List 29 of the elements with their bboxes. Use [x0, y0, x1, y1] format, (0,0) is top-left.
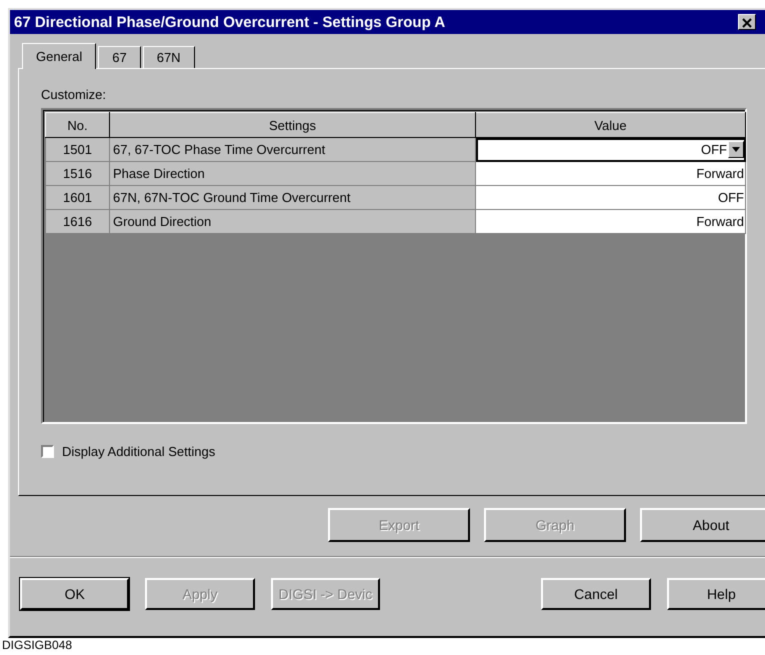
setting-cell: 67N, 67N-TOC Ground Time Overcurrent [110, 186, 476, 210]
number-cell: 1501 [46, 138, 110, 162]
setting-cell: 67, 67-TOC Phase Time Overcurrent [110, 138, 476, 162]
number-cell: 1616 [46, 210, 110, 234]
window-title: 67 Directional Phase/Ground Overcurrent - Settings Group A [14, 14, 446, 30]
column-header[interactable]: Value [476, 112, 746, 138]
close-button[interactable] [738, 14, 756, 30]
dialog-button[interactable]: Help [666, 578, 765, 610]
tab[interactable]: 67 [98, 46, 141, 68]
dialog-button[interactable]: OK [20, 578, 130, 610]
checkbox[interactable] [41, 445, 54, 458]
panel-button[interactable]: About [640, 508, 765, 542]
number-cell: 1516 [46, 162, 110, 186]
value-cell[interactable]: OFF [476, 186, 746, 210]
close-icon [742, 18, 752, 28]
value-cell[interactable]: Forward [476, 162, 746, 186]
setting-cell: Ground Direction [110, 210, 476, 234]
number-cell: 1601 [46, 186, 110, 210]
tab[interactable]: 67N [142, 46, 195, 68]
column-header[interactable]: Settings [110, 112, 476, 138]
column-header[interactable]: No. [46, 112, 110, 138]
tab[interactable]: General [22, 43, 96, 69]
checkbox-label[interactable]: Display Additional Settings [62, 444, 216, 459]
customize-label: Customize: [41, 87, 108, 102]
setting-cell: Phase Direction [110, 162, 476, 186]
value-cell[interactable]: Forward [476, 210, 746, 234]
value-cell[interactable]: OFF [476, 138, 746, 162]
figure-caption: DIGSIGB048 [2, 638, 72, 652]
dialog-button[interactable]: Cancel [541, 578, 651, 610]
